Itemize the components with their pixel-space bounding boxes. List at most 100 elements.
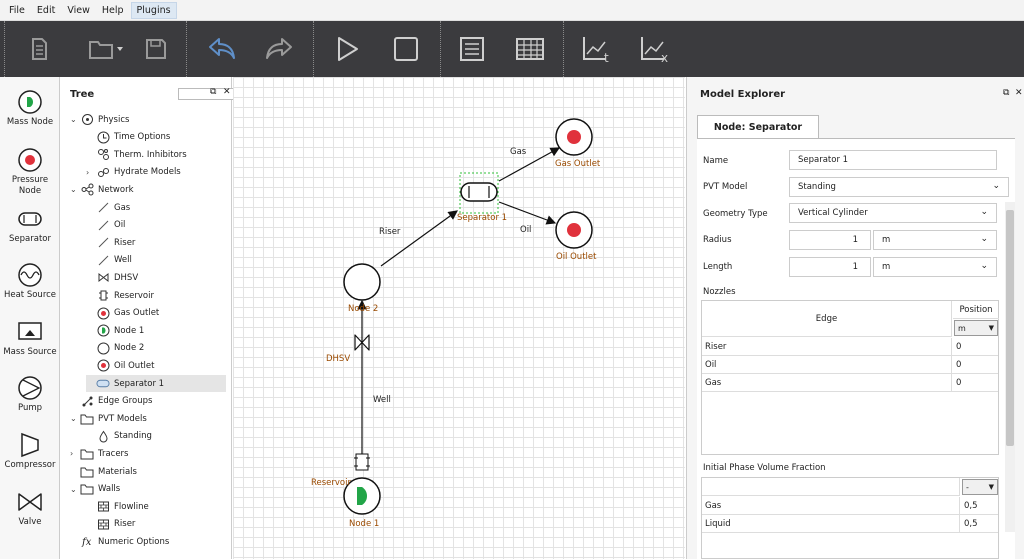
tree-item[interactable]: ⌄ Network <box>70 181 226 198</box>
separator-icon <box>18 212 42 226</box>
expand-arrow-icon[interactable]: ⌄ <box>70 115 80 124</box>
mass-node-icon <box>18 90 42 114</box>
tree-item[interactable]: Therm. Inhibitors <box>86 146 226 163</box>
table-row[interactable]: Oil 0 <box>702 356 998 374</box>
geometry-type-select[interactable]: Vertical Cylinder ⌄ <box>789 203 997 223</box>
float-panel-icon[interactable]: ⧉ <box>1003 88 1009 98</box>
toolbar-separator <box>440 21 441 77</box>
ipvf-unit-select[interactable]: - ▼ <box>962 479 998 495</box>
pvt-model-select[interactable]: Standing ⌄ <box>789 177 1009 197</box>
tree-item[interactable]: fx Numeric Options <box>70 533 226 550</box>
radius-unit: m <box>882 235 891 245</box>
menu-view[interactable]: View <box>62 3 95 18</box>
table-icon[interactable] <box>513 33 547 65</box>
tree-item[interactable]: Reservoir <box>86 287 226 304</box>
position-cell[interactable]: 0 <box>953 356 998 374</box>
collapse-arrow-icon[interactable]: › <box>86 168 96 177</box>
tree-item[interactable]: Gas Outlet <box>86 305 226 322</box>
separator-1-node[interactable] <box>460 182 498 202</box>
reservoir-icon[interactable] <box>354 453 370 471</box>
table-row[interactable]: Gas 0,5 <box>702 497 998 515</box>
name-field[interactable]: Separator 1 <box>789 150 997 170</box>
tree-item[interactable]: Riser <box>86 234 226 251</box>
position-cell[interactable]: 0 <box>953 338 998 356</box>
edge-oil[interactable] <box>498 201 557 225</box>
undo-icon[interactable] <box>205 33 239 65</box>
tree-item[interactable]: Well <box>86 252 226 269</box>
edge-gas[interactable] <box>498 147 561 182</box>
length-unit-select[interactable]: m ⌄ <box>873 257 997 277</box>
network-canvas[interactable]: Gas Oil Riser Well DHSV Gas Outlet Oil O… <box>233 77 685 559</box>
menu-help[interactable]: Help <box>97 3 129 18</box>
menu-plugins[interactable]: Plugins <box>130 1 177 19</box>
node-2-circle[interactable] <box>343 263 381 301</box>
scrollbar-thumb[interactable] <box>1006 210 1014 446</box>
tree-item[interactable]: Edge Groups <box>70 393 226 410</box>
fraction-cell[interactable]: 0,5 <box>961 515 998 533</box>
tree-item-label: Edge Groups <box>98 396 153 407</box>
collapse-arrow-icon[interactable]: › <box>70 449 80 458</box>
expand-arrow-icon[interactable]: ⌄ <box>70 414 80 423</box>
tree-item[interactable]: Separator 1 <box>86 375 226 392</box>
expand-arrow-icon[interactable]: ⌄ <box>70 185 80 194</box>
palette-mass-source[interactable]: Mass Source <box>0 319 60 358</box>
palette-separator[interactable]: Separator <box>0 206 60 245</box>
pvt-model-value: Standing <box>798 182 836 192</box>
palette-pressure-node[interactable]: Pressure Node <box>0 147 60 197</box>
oil-outlet-node[interactable] <box>555 211 593 249</box>
expand-arrow-icon[interactable]: ⌄ <box>70 485 80 494</box>
explorer-scrollbar[interactable] <box>1005 202 1015 532</box>
tree-item[interactable]: › Hydrate Models <box>86 164 226 181</box>
redo-icon[interactable] <box>262 33 296 65</box>
tree-item[interactable]: Oil <box>86 217 226 234</box>
tree-item[interactable]: Node 1 <box>86 322 226 339</box>
close-panel-icon[interactable]: ✕ <box>223 87 231 97</box>
menu-edit[interactable]: Edit <box>32 3 60 18</box>
run-icon[interactable] <box>330 33 364 65</box>
pressure-node-icon <box>96 306 110 320</box>
tree-item[interactable]: Oil Outlet <box>86 357 226 374</box>
tree-item[interactable]: Standing <box>86 428 226 445</box>
palette-mass-node[interactable]: Mass Node <box>0 89 60 128</box>
compressor-icon <box>21 432 39 458</box>
table-row[interactable]: Gas 0 <box>702 374 998 392</box>
tree-item-label: Tracers <box>98 448 129 459</box>
tree-item[interactable]: Time Options <box>86 129 226 146</box>
tree-item[interactable]: Node 2 <box>86 340 226 357</box>
tree-item[interactable]: › Tracers <box>70 445 226 462</box>
open-folder-icon[interactable] <box>86 33 126 65</box>
save-icon[interactable] <box>139 33 173 65</box>
radius-unit-select[interactable]: m ⌄ <box>873 230 997 250</box>
position-unit-select[interactable]: m ▼ <box>954 320 998 336</box>
close-panel-icon[interactable]: ✕ <box>1015 88 1023 98</box>
length-input[interactable]: 1 <box>789 257 871 277</box>
table-row[interactable]: Liquid 0,5 <box>702 515 998 533</box>
palette-valve[interactable]: Valve <box>0 489 60 528</box>
position-cell[interactable]: 0 <box>953 374 998 392</box>
palette-heat-source[interactable]: Heat Source <box>0 262 60 301</box>
table-row[interactable]: Riser 0 <box>702 338 998 356</box>
tree-item[interactable]: ⌄ Physics <box>70 111 226 128</box>
radius-input[interactable]: 1 <box>789 230 871 250</box>
tab-node-separator[interactable]: Node: Separator <box>697 115 819 139</box>
tree-item[interactable]: Flowline <box>86 498 226 515</box>
palette-pump[interactable]: Pump <box>0 375 60 414</box>
physics-icon <box>80 113 94 127</box>
tree-item[interactable]: DHSV <box>86 269 226 286</box>
edge-riser[interactable] <box>380 210 458 267</box>
palette-compressor[interactable]: Compressor <box>0 432 60 471</box>
tree-item[interactable]: Materials <box>70 463 226 480</box>
gas-outlet-node[interactable] <box>555 118 593 156</box>
text-list-icon[interactable] <box>455 33 489 65</box>
menu-file[interactable]: File <box>4 3 30 18</box>
chart-trend-x-icon[interactable]: x <box>638 33 672 65</box>
stop-icon[interactable] <box>389 33 423 65</box>
fraction-cell[interactable]: 0,5 <box>961 497 998 515</box>
tree-item[interactable]: Riser <box>86 516 226 533</box>
tree-item[interactable]: Gas <box>86 199 226 216</box>
new-document-icon[interactable] <box>22 33 56 65</box>
tree-item[interactable]: ⌄ Walls <box>70 481 226 498</box>
chart-trend-t-icon[interactable]: t <box>580 33 614 65</box>
tree-item[interactable]: ⌄ PVT Models <box>70 410 226 427</box>
float-panel-icon[interactable]: ⧉ <box>210 87 216 97</box>
